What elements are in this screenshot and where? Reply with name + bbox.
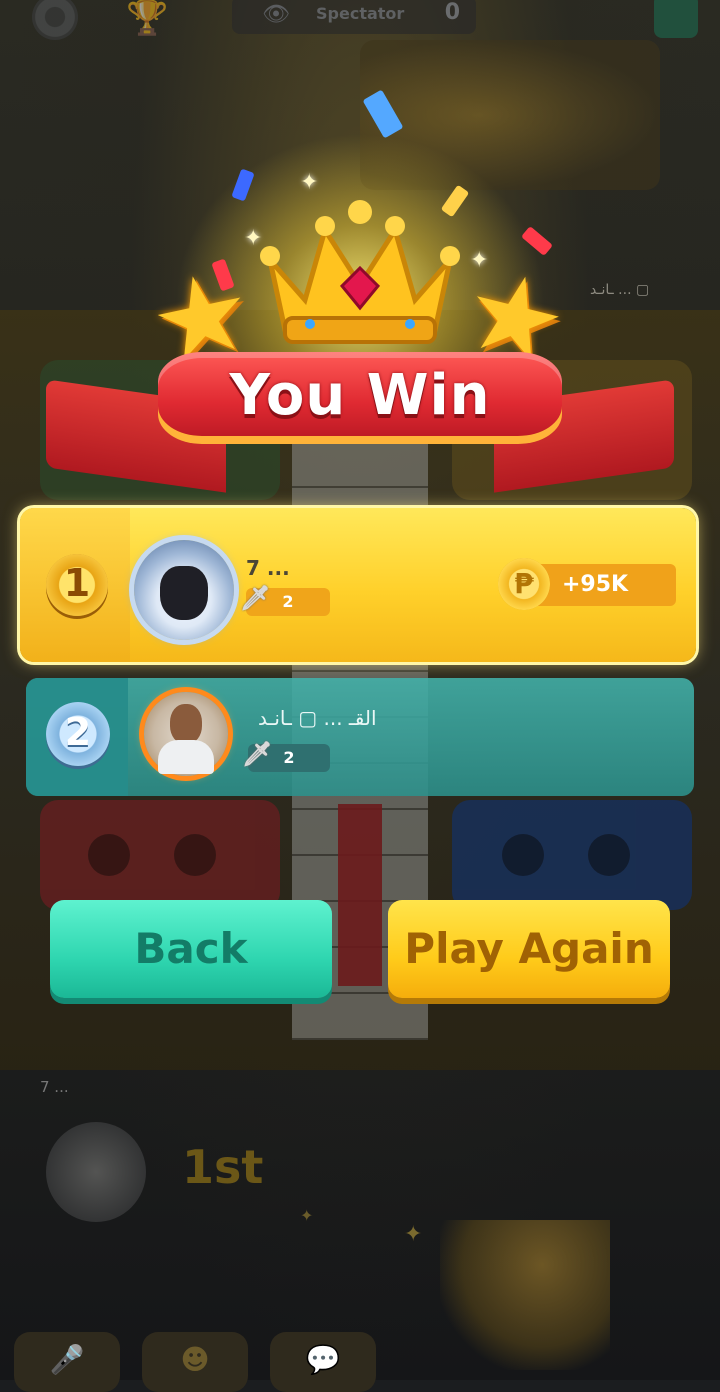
level-badge: 🗡 2 bbox=[240, 584, 330, 616]
avatar bbox=[46, 1122, 146, 1222]
rank-number: 1 bbox=[63, 561, 91, 605]
token-slot bbox=[88, 834, 130, 876]
avatar[interactable] bbox=[144, 692, 228, 776]
avatar-shirt bbox=[158, 740, 214, 774]
sparkle-icon: ✦ bbox=[244, 226, 263, 251]
sparkle-icon: ✦ bbox=[404, 1222, 423, 1247]
level-badge: 🗡 2 bbox=[242, 740, 330, 772]
placement-label: 1st bbox=[182, 1140, 264, 1194]
spectator-count: 0 bbox=[444, 0, 460, 25]
chat-icon[interactable]: 💬 bbox=[270, 1332, 376, 1392]
sparkle-icon: ✦ bbox=[300, 170, 319, 195]
back-button[interactable]: Back bbox=[50, 900, 332, 998]
menu-badge-icon[interactable] bbox=[654, 0, 698, 38]
win-title: You Win bbox=[229, 363, 491, 428]
sparkle-icon: ✦ bbox=[300, 1206, 314, 1225]
avatar[interactable] bbox=[134, 540, 234, 640]
level-value: 2 bbox=[283, 748, 295, 767]
token-slot bbox=[588, 834, 630, 876]
trophy-icon[interactable]: 🏆 bbox=[126, 0, 168, 38]
spectator-counter[interactable]: 👁 Spectator 0 bbox=[232, 0, 476, 34]
crown-icon bbox=[260, 200, 460, 344]
level-value: 2 bbox=[282, 592, 294, 611]
coin-icon: ₱ bbox=[498, 558, 550, 610]
sparkle-icon: ✦ bbox=[470, 248, 489, 273]
avatar-head bbox=[170, 704, 202, 744]
reward-amount: +95K bbox=[562, 572, 629, 597]
bottom-player-name: 7 ... bbox=[40, 1078, 69, 1096]
blue-yard bbox=[452, 800, 692, 910]
side-player-name: ـانـد ... ▢ bbox=[590, 282, 650, 298]
coin-reward: ₱ +95K bbox=[498, 558, 676, 610]
token-slot bbox=[174, 834, 216, 876]
token-slot bbox=[502, 834, 544, 876]
red-home-lane bbox=[338, 804, 382, 986]
rank-number: 2 bbox=[64, 710, 92, 754]
top-bar: 🏆 👁 Spectator 0 bbox=[0, 0, 720, 40]
player-name: 7 ... bbox=[246, 556, 290, 580]
avatar-face bbox=[160, 566, 208, 620]
gold-medal-icon: 1 bbox=[46, 554, 108, 616]
eye-icon: 👁 bbox=[262, 2, 290, 27]
gear-icon[interactable] bbox=[32, 0, 78, 40]
result-row-second: 2 القـ ... ▢ ـانـد 🗡 2 bbox=[26, 678, 694, 796]
microphone-icon[interactable]: 🎤 bbox=[14, 1332, 120, 1392]
player-name: القـ ... ▢ ـانـد bbox=[258, 706, 377, 730]
emoji-icon[interactable]: ☻ bbox=[142, 1332, 248, 1392]
silver-medal-icon: 2 bbox=[46, 702, 110, 766]
play-again-button[interactable]: Play Again bbox=[388, 900, 670, 998]
spectator-label: Spectator bbox=[316, 4, 405, 23]
result-row-winner: 1 7 ... 🗡 2 ₱ +95K bbox=[20, 508, 696, 662]
key-icon bbox=[440, 1220, 610, 1370]
red-yard bbox=[40, 800, 280, 910]
